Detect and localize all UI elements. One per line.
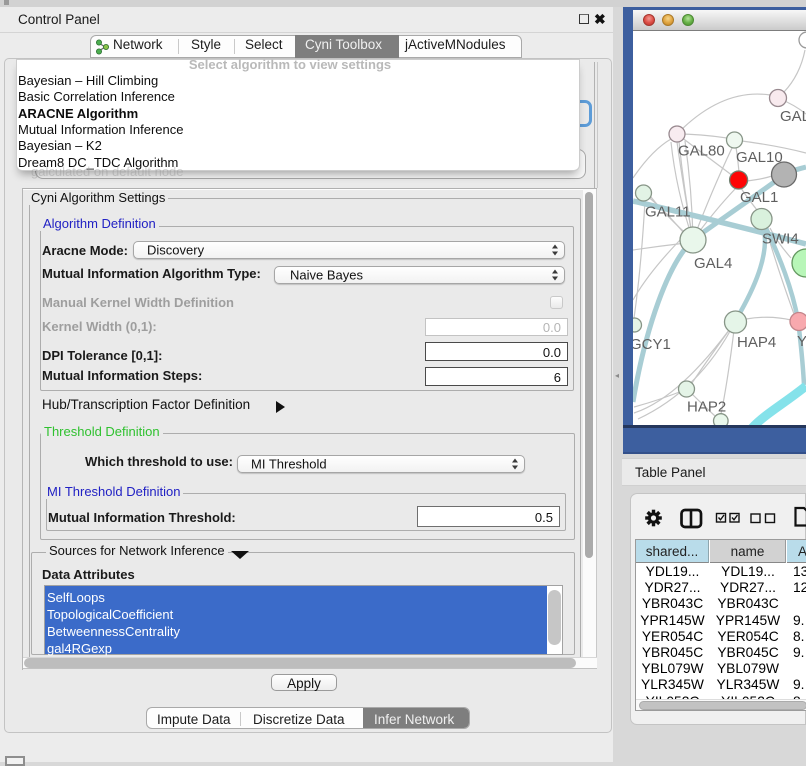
svg-text:GAL80: GAL80 xyxy=(678,143,725,160)
svg-text:GAL1: GAL1 xyxy=(740,189,778,206)
svg-text:HAP2: HAP2 xyxy=(687,399,726,416)
svg-text:GAL11: GAL11 xyxy=(645,204,691,221)
svg-text:GAL10: GAL10 xyxy=(736,149,783,166)
svg-text:GCY1: GCY1 xyxy=(633,336,671,353)
svg-text:HAP4: HAP4 xyxy=(737,334,776,351)
svg-text:GAL: GAL xyxy=(780,108,806,125)
svg-text:SWI4: SWI4 xyxy=(762,231,799,248)
svg-text:GAL4: GAL4 xyxy=(694,255,732,272)
svg-text:Y: Y xyxy=(797,333,806,350)
